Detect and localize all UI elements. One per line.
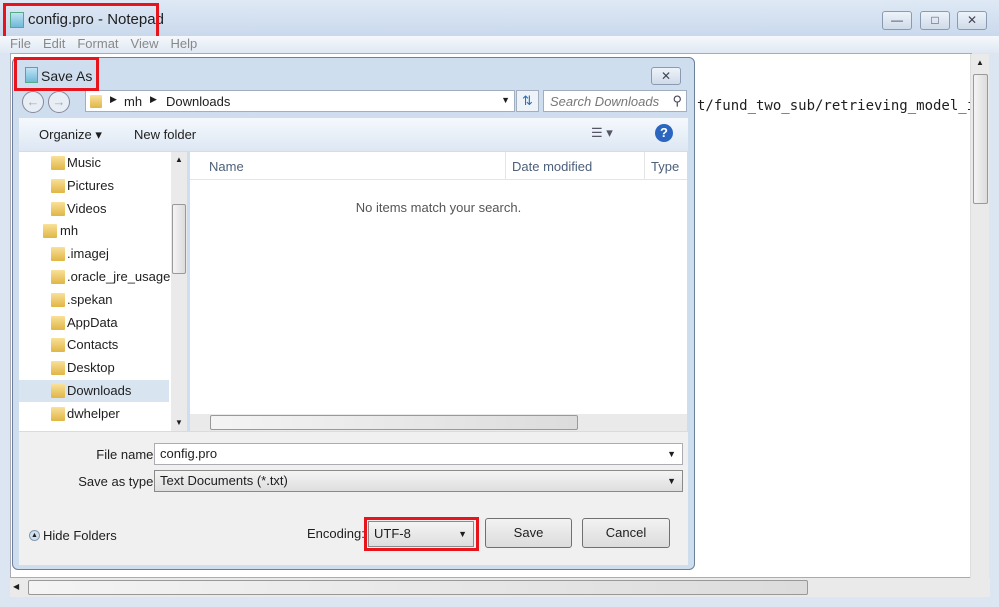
save-button[interactable]: Save: [485, 518, 572, 548]
menu-format[interactable]: Format: [77, 36, 118, 51]
menu-file[interactable]: File: [10, 36, 31, 51]
help-icon[interactable]: ?: [655, 124, 673, 142]
highlight-box: [3, 3, 159, 39]
folder-icon: [51, 315, 65, 330]
refresh-button[interactable]: ⇅: [516, 90, 539, 112]
nav-item[interactable]: Desktop: [19, 357, 169, 379]
nav-item-label: Contacts: [67, 337, 119, 353]
column-date-modified[interactable]: Date modified: [512, 159, 592, 174]
save-options-panel: File name: config.pro ▼ Save as type: Tex…: [19, 432, 688, 565]
nav-item[interactable]: dwhelper: [19, 403, 169, 425]
search-input[interactable]: Search Downloads ⚲: [543, 90, 687, 112]
file-name-label: File name:: [96, 447, 157, 462]
save-type-select[interactable]: Text Documents (*.txt) ▼: [154, 470, 683, 492]
file-list: Name Date modified Type No items match y…: [190, 152, 687, 431]
search-icon: ⚲: [672, 93, 682, 108]
view-options-icon[interactable]: ☰ ▾: [591, 125, 613, 141]
nav-scrollbar[interactable]: ▲ ▼: [171, 152, 187, 431]
nav-item[interactable]: .oracle_jre_usage: [19, 266, 171, 288]
scroll-thumb[interactable]: [210, 415, 578, 430]
nav-item-label: .oracle_jre_usage: [67, 269, 171, 284]
horizontal-scrollbar[interactable]: ◀: [10, 578, 990, 597]
maximize-button[interactable]: □: [920, 11, 950, 30]
close-button[interactable]: ✕: [957, 11, 987, 30]
hide-folders-button[interactable]: Hide Folders: [43, 528, 117, 543]
nav-item-label: Desktop: [67, 360, 115, 376]
folder-icon: [51, 292, 65, 307]
chevron-down-icon[interactable]: ▼: [501, 95, 510, 105]
empty-message: No items match your search.: [355, 200, 522, 215]
nav-item[interactable]: Music: [19, 152, 169, 174]
toolbar: Organize ▾ New folder ☰ ▾ ?: [19, 118, 688, 151]
nav-item-label: AppData: [67, 314, 118, 330]
highlight-box: [14, 57, 99, 91]
nav-item[interactable]: Pictures: [19, 175, 169, 197]
dialog-close-button[interactable]: ✕: [651, 67, 681, 85]
nav-item[interactable]: AppData: [19, 312, 169, 334]
nav-item[interactable]: .spekan: [19, 289, 169, 311]
file-name-input[interactable]: config.pro ▼: [154, 443, 683, 465]
navigation-pane: Music Pictures Videos mh .imagej .oracle_jre_…: [19, 152, 187, 431]
nav-item[interactable]: Videos: [19, 198, 169, 220]
music-icon: [51, 156, 65, 170]
file-list-hscrollbar[interactable]: [190, 414, 687, 431]
folder-icon: [51, 406, 65, 421]
save-type-label: Save as type:: [78, 474, 157, 489]
nav-item[interactable]: Contacts: [19, 334, 169, 356]
folder-icon: [51, 247, 65, 262]
downloads-icon: [51, 384, 65, 398]
nav-item[interactable]: Downloads: [19, 380, 169, 402]
nav-item-label: Videos: [67, 200, 107, 216]
nav-item[interactable]: mh: [19, 220, 169, 242]
nav-item-label: Music: [67, 155, 101, 170]
column-name[interactable]: Name: [209, 159, 244, 174]
vertical-scrollbar[interactable]: ▲: [970, 54, 989, 578]
column-header: Name Date modified Type: [190, 152, 687, 180]
breadcrumb-mh[interactable]: mh: [124, 94, 142, 109]
nav-item[interactable]: .imagej: [19, 243, 169, 265]
cancel-button[interactable]: Cancel: [582, 518, 670, 548]
highlight-box: [364, 517, 479, 551]
chevron-down-icon: ▼: [667, 449, 676, 459]
collapse-icon[interactable]: ▲: [29, 530, 40, 541]
minimize-button[interactable]: —: [882, 11, 912, 30]
scroll-thumb[interactable]: [973, 74, 988, 204]
save-as-dialog: Save As ✕ ← → ▶ mh ▶ Downloads ▼ ⇅ Searc…: [12, 57, 695, 570]
breadcrumb-downloads[interactable]: Downloads: [166, 94, 230, 109]
back-button[interactable]: ←: [22, 91, 44, 113]
pictures-icon: [51, 178, 65, 193]
scroll-thumb[interactable]: [28, 580, 808, 595]
nav-item-label: dwhelper: [67, 405, 120, 421]
desktop-icon: [51, 361, 65, 376]
address-bar[interactable]: ▶ mh ▶ Downloads ▼: [85, 90, 515, 112]
text-content: t/fund_two_sub/retrieving_model_i: [697, 98, 971, 114]
user-folder-icon: [43, 224, 57, 239]
nav-item-label: Downloads: [67, 383, 132, 398]
nav-item-label: Pictures: [67, 177, 114, 193]
menu-edit[interactable]: Edit: [43, 36, 65, 51]
forward-button[interactable]: →: [48, 91, 70, 113]
videos-icon: [51, 201, 65, 216]
menu-view[interactable]: View: [131, 36, 159, 51]
menu-help[interactable]: Help: [170, 36, 197, 51]
folder-icon: [90, 95, 102, 108]
menu-bar: File Edit Format View Help: [0, 36, 999, 53]
nav-item-label: .imagej: [67, 246, 109, 262]
nav-item-label: mh: [60, 223, 79, 239]
column-type[interactable]: Type: [651, 159, 679, 174]
nav-item-label: .spekan: [67, 291, 113, 307]
chevron-down-icon: ▼: [667, 476, 676, 486]
new-folder-button[interactable]: New folder: [134, 127, 196, 142]
organize-button[interactable]: Organize ▾: [39, 127, 102, 143]
scroll-thumb[interactable]: [172, 204, 186, 274]
contacts-icon: [51, 338, 65, 353]
folder-icon: [51, 270, 65, 284]
encoding-label: Encoding:: [307, 526, 365, 541]
